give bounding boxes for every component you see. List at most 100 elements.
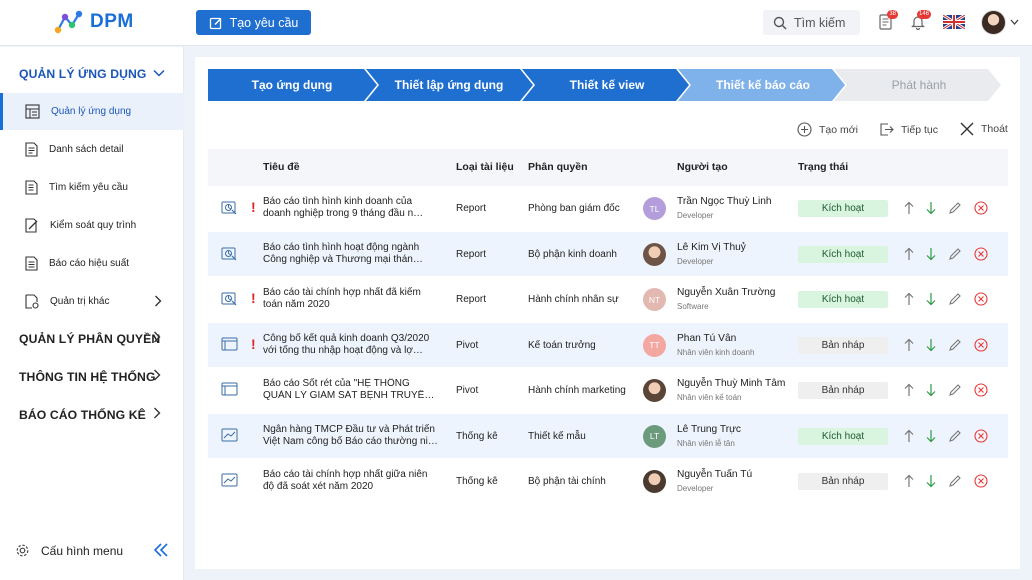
- table-row[interactable]: Báo cáo tài chính hợp nhất giữa niên độ đ…: [208, 459, 1008, 505]
- chevron-down-icon[interactable]: [1010, 19, 1019, 25]
- row-title[interactable]: Báo cáo tình hình kinh doanh của doanh ng…: [263, 196, 438, 220]
- exit-button[interactable]: Thoát: [960, 122, 1008, 136]
- sidebar-section-permissions[interactable]: QUẢN LÝ PHÂN QUYỀN: [19, 332, 160, 346]
- arrow-up-icon[interactable]: [904, 429, 914, 443]
- step-create-app[interactable]: Tạo ứng dụng: [208, 69, 376, 101]
- table-row[interactable]: ! Báo cáo tài chính hợp nhất đã kiểm toán …: [208, 277, 1008, 323]
- step-publish[interactable]: Phát hành: [841, 69, 997, 101]
- sidebar-section-app-management[interactable]: QUẢN LÝ ỨNG DỤNG: [19, 67, 147, 81]
- bell-notification-button[interactable]: 146: [911, 10, 931, 35]
- arrow-down-icon[interactable]: [926, 474, 936, 488]
- app-header: DPM Tạo yêu cầu Tìm kiếm 38 146: [0, 0, 1032, 46]
- arrow-up-icon[interactable]: [904, 201, 914, 215]
- arrow-down-icon[interactable]: [926, 338, 936, 352]
- sidebar-section-system-info[interactable]: THÔNG TIN HỆ THỐNG: [19, 370, 156, 384]
- edit-doc-icon: [25, 218, 38, 233]
- row-creator-role: Developer: [677, 484, 714, 493]
- pencil-icon[interactable]: [948, 383, 962, 397]
- row-permission: Hành chính nhân sự: [528, 294, 619, 305]
- column-header-title[interactable]: Tiêu đề: [263, 161, 300, 173]
- sidebar-item-app-management[interactable]: Quản lý ứng dụng: [0, 93, 184, 130]
- arrow-up-icon[interactable]: [904, 383, 914, 397]
- chevron-right-icon[interactable]: [153, 369, 161, 381]
- table-row[interactable]: ! Công bố kết quả kinh doanh Q3/2020 với t…: [208, 322, 1008, 368]
- avatar: NT: [643, 288, 666, 311]
- chevron-right-icon[interactable]: [153, 331, 161, 343]
- arrow-up-icon[interactable]: [904, 338, 914, 352]
- arrow-down-icon[interactable]: [926, 292, 936, 306]
- table-row[interactable]: Báo cáo tình hình hoạt động ngành Công ng…: [208, 231, 1008, 277]
- sidebar-section-statistics[interactable]: BÁO CÁO THỐNG KÊ: [19, 408, 146, 422]
- arrow-down-icon[interactable]: [926, 429, 936, 443]
- logo[interactable]: DPM: [54, 10, 134, 34]
- delete-icon[interactable]: [974, 246, 988, 261]
- sidebar-item-detail-list[interactable]: Danh sách detail: [0, 131, 184, 168]
- sidebar-item-performance-report[interactable]: Báo cáo hiệu suất: [0, 245, 184, 282]
- arrow-up-icon[interactable]: [904, 474, 914, 488]
- row-creator-role: Developer: [677, 256, 714, 266]
- row-title[interactable]: Báo cáo tài chính hợp nhất giữa niên độ đ…: [263, 469, 438, 493]
- row-doc-type: Pivot: [456, 385, 479, 396]
- pencil-icon[interactable]: [948, 247, 962, 261]
- arrow-down-icon[interactable]: [926, 383, 936, 397]
- pencil-icon[interactable]: [948, 338, 962, 352]
- step-setup-app[interactable]: Thiết lập ứng dụng: [371, 69, 527, 101]
- delete-icon[interactable]: [974, 383, 988, 397]
- user-avatar[interactable]: [981, 10, 1006, 35]
- table-row[interactable]: ! Báo cáo tình hình kinh doanh của doanh n…: [208, 186, 1008, 232]
- report-icon: [25, 256, 38, 271]
- table-row[interactable]: Ngân hàng TMCP Đầu tư và Phát triển Việt …: [208, 413, 1008, 459]
- chevron-right-icon[interactable]: [153, 407, 161, 419]
- row-title[interactable]: Báo cáo tình hình hoạt động ngành Công ng…: [263, 242, 438, 266]
- step-design-view[interactable]: Thiết kế view: [529, 69, 685, 101]
- delete-icon[interactable]: [974, 474, 988, 488]
- delete-icon[interactable]: [974, 428, 988, 443]
- column-header-status[interactable]: Trạng thái: [798, 161, 848, 173]
- row-title[interactable]: Công bố kết quả kinh doanh Q3/2020 với tổ…: [263, 333, 438, 357]
- sidebar-item-label: Quản lý ứng dụng: [51, 106, 132, 117]
- row-title[interactable]: Ngân hàng TMCP Đầu tư và Phát triển Việt …: [263, 424, 438, 448]
- pencil-icon[interactable]: [948, 292, 962, 306]
- row-creator-role: Software: [677, 302, 709, 311]
- menu-config-button[interactable]: Cấu hình menu: [15, 543, 123, 558]
- arrow-down-icon[interactable]: [926, 247, 936, 261]
- search-input[interactable]: Tìm kiếm: [763, 10, 860, 35]
- row-actions: [904, 337, 988, 352]
- row-creator-role: Nhân viên kế toán: [677, 393, 742, 402]
- pencil-icon[interactable]: [948, 474, 962, 488]
- arrow-up-icon[interactable]: [904, 292, 914, 306]
- row-permission: Phòng ban giám đốc: [528, 203, 620, 214]
- collapse-sidebar-icon[interactable]: [153, 543, 169, 557]
- table-row[interactable]: Báo cáo Sốt rét của "HỆ THỐNG QUẢN LÝ GIÁ…: [208, 368, 1008, 414]
- sidebar-item-process-control[interactable]: Kiểm soát quy trình: [0, 207, 184, 244]
- sidebar-item-label: Danh sách detail: [49, 144, 124, 155]
- column-header-creator[interactable]: Người tạo: [677, 161, 728, 173]
- delete-icon[interactable]: [974, 337, 988, 352]
- delete-icon[interactable]: [974, 201, 988, 215]
- arrow-down-icon[interactable]: [926, 201, 936, 215]
- settings-doc-icon: [25, 294, 39, 309]
- arrow-up-icon[interactable]: [904, 247, 914, 261]
- continue-button[interactable]: Tiếp tục: [879, 122, 938, 137]
- pencil-icon[interactable]: [948, 429, 962, 443]
- step-design-report[interactable]: Thiết kế báo cáo: [685, 69, 841, 101]
- row-actions: [904, 383, 988, 397]
- column-header-type[interactable]: Loại tài liệu: [456, 161, 514, 173]
- sidebar-item-other-admin[interactable]: Quản trị khác: [0, 283, 184, 320]
- dpm-logo-icon: [54, 10, 83, 34]
- pencil-icon[interactable]: [948, 201, 962, 215]
- create-request-button[interactable]: Tạo yêu cầu: [196, 10, 311, 35]
- delete-icon[interactable]: [974, 292, 988, 306]
- sidebar-item-search-requests[interactable]: Tìm kiếm yêu cầu: [0, 169, 184, 206]
- row-title[interactable]: Báo cáo tài chính hợp nhất đã kiểm toán n…: [263, 287, 438, 311]
- document-badge: 38: [887, 10, 898, 19]
- uk-flag-icon[interactable]: [943, 15, 965, 29]
- row-title[interactable]: Báo cáo Sốt rét của "HỆ THỐNG QUẢN LÝ GIÁ…: [263, 378, 438, 402]
- trend-chart-icon: [221, 428, 238, 445]
- chevron-down-icon[interactable]: [153, 69, 165, 77]
- column-header-permission[interactable]: Phân quyền: [528, 161, 588, 173]
- table-body: ! Báo cáo tình hình kinh doanh của doanh n…: [208, 186, 1008, 505]
- document-notification-button[interactable]: 38: [879, 10, 898, 35]
- new-button[interactable]: Tạo mới: [797, 122, 858, 137]
- main-content: Tạo ứng dụng Thiết lập ứng dụng Thiết kế…: [195, 57, 1020, 569]
